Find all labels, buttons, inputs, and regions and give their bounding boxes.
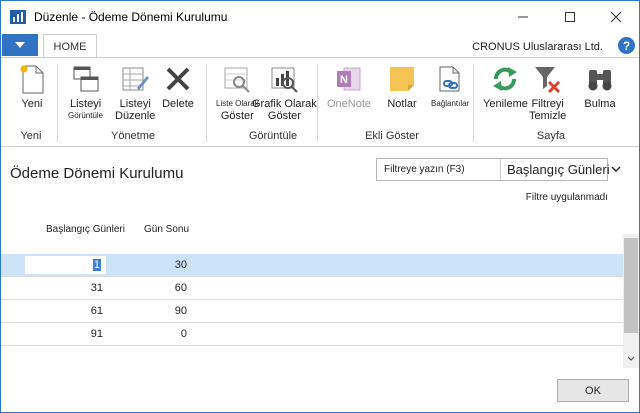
page-title: Ödeme Dönemi Kurulumu: [10, 165, 184, 182]
show-as-chart-label-line2: Göster: [267, 110, 301, 122]
filter-status: Filtre uygulanmadı: [525, 192, 608, 203]
edit-list-label-line2: Düzenle: [115, 110, 156, 122]
scrollbar-thumb[interactable]: [624, 238, 638, 333]
group-label-goruntule: Görüntüle: [248, 130, 298, 142]
end-day-cell[interactable]: 0: [111, 328, 187, 340]
start-days-cell-editor[interactable]: 1: [24, 255, 107, 275]
tab-home[interactable]: HOME: [43, 34, 97, 58]
delete-button[interactable]: Delete: [161, 62, 195, 110]
edit-list-button[interactable]: Listeyi Düzenle: [115, 62, 155, 122]
window-title: Düzenle - Ödeme Dönemi Kurulumu: [34, 10, 228, 24]
refresh-label: Yenileme: [483, 98, 528, 110]
clear-filter-icon: [534, 67, 560, 94]
notes-button[interactable]: Notlar: [385, 62, 419, 110]
maximize-button[interactable]: [547, 1, 593, 32]
title-bar: Düzenle - Ödeme Dönemi Kurulumu: [1, 1, 639, 33]
refresh-icon: [493, 67, 518, 91]
view-list-label-line1: Listeyi: [69, 98, 102, 110]
maximize-icon: [565, 11, 575, 22]
onenote-label: OneNote: [327, 98, 372, 110]
show-as-list-label-line2: Göster: [220, 110, 254, 122]
column-header-end-day[interactable]: Gün Sonu: [144, 224, 189, 235]
group-label-ekli-goster: Ekli Göster: [365, 130, 419, 142]
show-as-chart-label-line1: Grafik Olarak: [252, 98, 317, 110]
find-label: Bulma: [584, 98, 616, 110]
filter-placeholder: Filtreye yazın (F3): [384, 164, 465, 175]
ribbon-separator: [473, 64, 474, 142]
window: Düzenle - Ödeme Dönemi Kurulumu HOME CRO…: [0, 0, 640, 413]
filter-input[interactable]: Filtreye yazın (F3) Başlangıç Günleri: [376, 158, 610, 181]
table-row[interactable]: 61 90: [1, 300, 623, 323]
close-icon: [610, 11, 622, 22]
clear-filter-label-line1: Filtreyi: [531, 98, 564, 110]
delete-label: Delete: [162, 98, 194, 110]
column-header-start-days[interactable]: Başlangıç Günleri: [46, 224, 125, 235]
binoculars-icon: [588, 70, 612, 91]
link-icon: [439, 66, 460, 92]
start-days-cell[interactable]: 61: [41, 305, 103, 317]
filter-field-selector[interactable]: Başlangıç Günleri: [507, 162, 610, 177]
help-icon[interactable]: ?: [618, 37, 635, 54]
notes-label: Notlar: [387, 98, 417, 110]
ribbon-separator: [317, 64, 318, 142]
ok-button[interactable]: OK: [557, 379, 629, 402]
clear-filter-label-line2: Temizle: [529, 110, 567, 122]
start-days-cell[interactable]: 31: [41, 282, 103, 294]
table-row[interactable]: 31 60: [1, 277, 623, 300]
company-name[interactable]: CRONUS Uluslararası Ltd.: [472, 41, 603, 53]
caret-down-icon: [15, 42, 25, 48]
vertical-scrollbar[interactable]: [623, 234, 639, 368]
minimize-icon: [518, 16, 528, 17]
end-day-cell[interactable]: 30: [111, 259, 187, 271]
table-row[interactable]: 91 0: [1, 323, 623, 346]
show-as-list-icon: [224, 67, 251, 93]
chevron-down-icon[interactable]: [609, 161, 623, 177]
delete-x-icon: [166, 67, 190, 91]
ribbon-tabs: HOME CRONUS Uluslararası Ltd. ?: [1, 33, 639, 58]
clear-filter-button[interactable]: Filtreyi Temizle: [529, 62, 566, 122]
links-button[interactable]: Bağlantılar: [431, 62, 469, 110]
ribbon: Yeni Yeni Listeyi Görüntüle Listeyi Düze…: [1, 57, 639, 147]
ribbon-separator: [206, 64, 207, 142]
end-day-cell[interactable]: 60: [111, 282, 187, 294]
group-label-yeni: Yeni: [20, 130, 42, 142]
application-menu-button[interactable]: [2, 34, 38, 56]
refresh-button[interactable]: Yenileme: [483, 62, 528, 110]
scroll-down-arrow-icon: [627, 356, 635, 361]
group-label-yonetme: Yönetme: [110, 130, 156, 142]
edit-list-icon: [122, 67, 150, 91]
view-list-icon: [73, 66, 99, 92]
view-list-label-line2: Görüntüle: [68, 111, 104, 120]
close-button[interactable]: [593, 1, 639, 32]
start-days-value[interactable]: 1: [92, 259, 101, 271]
new-label: Yeni: [21, 98, 43, 110]
filter-divider: [500, 159, 501, 180]
view-list-button[interactable]: Listeyi Görüntüle: [68, 62, 103, 122]
table-row[interactable]: 1 30: [1, 254, 623, 277]
new-document-icon: [20, 65, 44, 94]
onenote-button[interactable]: N OneNote: [327, 62, 371, 110]
start-days-cell[interactable]: 91: [41, 328, 103, 340]
group-label-sayfa: Sayfa: [536, 130, 566, 142]
show-as-chart-icon: [271, 67, 299, 93]
onenote-icon: N: [337, 67, 361, 91]
note-icon: [390, 67, 414, 91]
svg-text:N: N: [340, 74, 348, 86]
scroll-down-button[interactable]: [623, 351, 639, 367]
end-day-cell[interactable]: 90: [111, 305, 187, 317]
links-label: Bağlantılar: [431, 99, 470, 108]
ribbon-separator: [57, 64, 58, 142]
show-as-chart-button[interactable]: Grafik Olarak Göster: [252, 62, 317, 122]
find-button[interactable]: Bulma: [583, 62, 617, 110]
edit-list-label-line1: Listeyi: [119, 98, 151, 110]
new-button[interactable]: Yeni: [15, 62, 49, 110]
app-chart-icon: [10, 10, 26, 24]
minimize-button[interactable]: [500, 1, 546, 32]
